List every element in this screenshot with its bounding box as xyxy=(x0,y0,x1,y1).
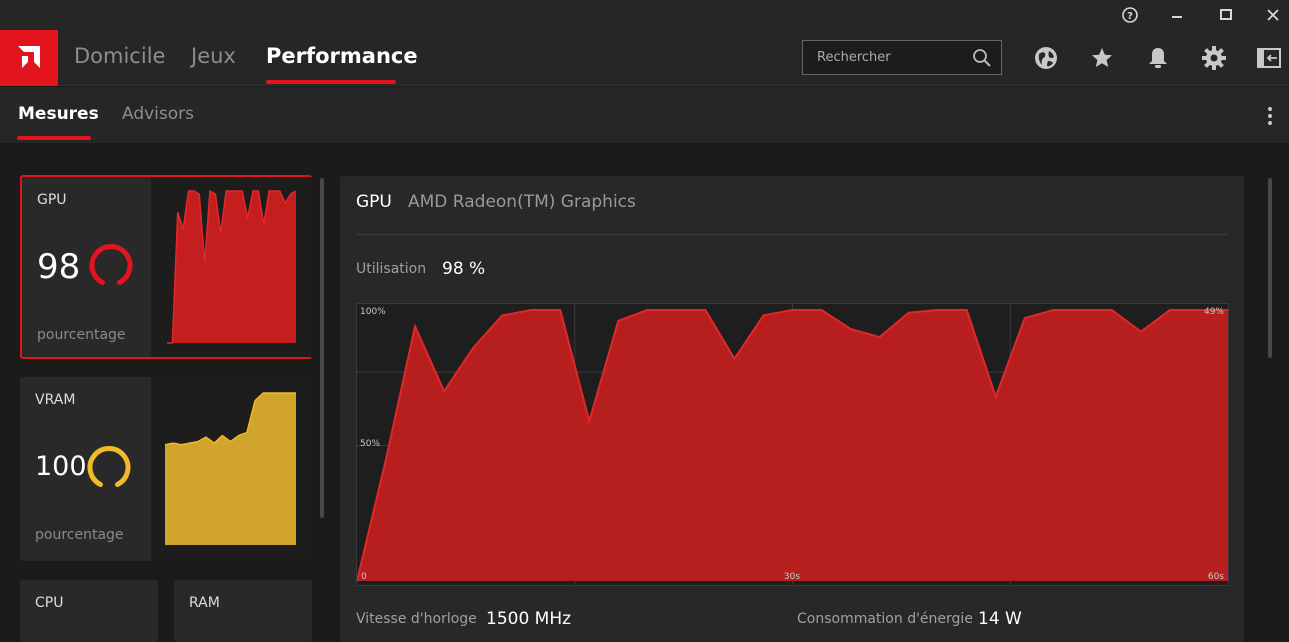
title-bar: ? xyxy=(0,0,1289,30)
x-tick-label: 30s xyxy=(784,572,800,582)
close-icon[interactable] xyxy=(1262,4,1284,26)
utilisation-value: 98 % xyxy=(442,259,486,279)
data-point xyxy=(1082,309,1084,311)
search-box xyxy=(802,40,1002,75)
clock-value: 1500 MHz xyxy=(486,609,572,629)
help-icon[interactable]: ? xyxy=(1119,4,1141,26)
sub-nav: Mesures Advisors xyxy=(0,87,1289,143)
amd-logo[interactable] xyxy=(0,30,58,86)
data-point xyxy=(878,336,881,338)
data-point xyxy=(1140,330,1142,333)
nav-active-indicator xyxy=(266,80,396,84)
data-point xyxy=(501,314,503,317)
x-tick-label: 60s xyxy=(1208,572,1224,582)
clock-label: Vitesse d'horloge xyxy=(356,611,477,627)
power-value: 14 W xyxy=(978,609,1022,629)
card-value: 98 xyxy=(37,247,81,287)
main-scrollbar[interactable] xyxy=(1268,178,1272,358)
nav-jeux[interactable]: Jeux xyxy=(191,44,236,68)
vram-sparkline xyxy=(151,377,312,561)
gauge-icon xyxy=(89,244,133,285)
card-label: RAM xyxy=(189,595,220,611)
card-value: 100 xyxy=(35,451,87,482)
metric-card-ram[interactable]: RAM xyxy=(174,580,312,642)
series-area xyxy=(357,310,1228,581)
search-icon[interactable] xyxy=(971,47,993,69)
y-tick-label: 50% xyxy=(360,439,380,449)
data-point xyxy=(443,390,445,393)
main-nav: Domicile Jeux Performance xyxy=(0,30,1289,86)
data-point xyxy=(617,320,620,322)
data-point xyxy=(965,309,968,311)
svg-text:?: ? xyxy=(1127,11,1133,22)
star-icon[interactable] xyxy=(1089,45,1115,71)
card-unit: pourcentage xyxy=(37,327,126,343)
data-point xyxy=(704,309,707,311)
maximize-icon[interactable] xyxy=(1215,4,1237,26)
card-label: GPU xyxy=(37,192,67,208)
bell-icon[interactable] xyxy=(1145,45,1171,71)
card-label: VRAM xyxy=(35,392,76,408)
globe-icon[interactable] xyxy=(1033,45,1059,71)
data-point xyxy=(1023,317,1026,319)
data-point xyxy=(1198,309,1200,311)
corner-label: 49% xyxy=(1204,307,1224,317)
detail-title: GPU xyxy=(356,192,392,212)
y-tick-label: 100% xyxy=(360,307,386,317)
nav-performance[interactable]: Performance xyxy=(266,44,418,68)
metric-card-vram[interactable]: VRAM 100 pourcentage xyxy=(20,377,312,561)
sidebar-toggle-icon[interactable] xyxy=(1256,45,1282,71)
data-point xyxy=(1169,309,1171,311)
divider xyxy=(356,234,1228,235)
data-point xyxy=(1053,309,1055,311)
data-point xyxy=(936,309,939,311)
utilisation-label: Utilisation xyxy=(356,261,427,277)
gpu-sparkline xyxy=(151,177,312,357)
data-point xyxy=(646,309,649,311)
data-point xyxy=(791,309,794,311)
cards-scrollbar[interactable] xyxy=(320,178,324,518)
sparkline-area xyxy=(165,393,296,545)
tab-advisors[interactable]: Advisors xyxy=(122,104,194,124)
data-point xyxy=(907,311,910,314)
detail-model: AMD Radeon(TM) Graphics xyxy=(408,192,636,212)
card-label: CPU xyxy=(35,595,64,611)
card-unit: pourcentage xyxy=(35,527,124,543)
data-point xyxy=(1111,309,1113,311)
data-point xyxy=(588,420,591,422)
search-input[interactable] xyxy=(803,41,968,74)
data-point xyxy=(385,458,387,460)
data-point xyxy=(994,395,997,398)
power-label: Consommation d'énergie xyxy=(797,611,973,627)
gauge-icon xyxy=(87,446,131,487)
gear-icon[interactable] xyxy=(1201,45,1227,71)
data-point xyxy=(762,314,765,317)
data-point xyxy=(849,328,852,330)
tab-mesures[interactable]: Mesures xyxy=(18,104,99,124)
data-point xyxy=(559,309,562,311)
gpu-usage-chart: 100% 50% 0 30s 60s 49% xyxy=(356,303,1229,586)
data-point xyxy=(733,357,736,360)
sparkline-area xyxy=(167,191,296,343)
data-point xyxy=(414,325,416,328)
metric-card-gpu[interactable]: GPU 98 pourcentage xyxy=(20,175,312,359)
tab-active-indicator xyxy=(17,136,91,140)
detail-panel: GPU AMD Radeon(TM) Graphics Utilisation … xyxy=(340,176,1244,642)
more-options-icon[interactable] xyxy=(1260,105,1280,127)
minimize-icon[interactable] xyxy=(1166,4,1188,26)
data-point xyxy=(530,309,532,311)
nav-domicile[interactable]: Domicile xyxy=(74,44,165,68)
metric-card-cpu[interactable]: CPU xyxy=(20,580,158,642)
x-tick-label: 0 xyxy=(361,572,367,582)
data-point xyxy=(820,309,823,311)
data-point xyxy=(675,309,678,311)
data-point xyxy=(472,347,474,349)
